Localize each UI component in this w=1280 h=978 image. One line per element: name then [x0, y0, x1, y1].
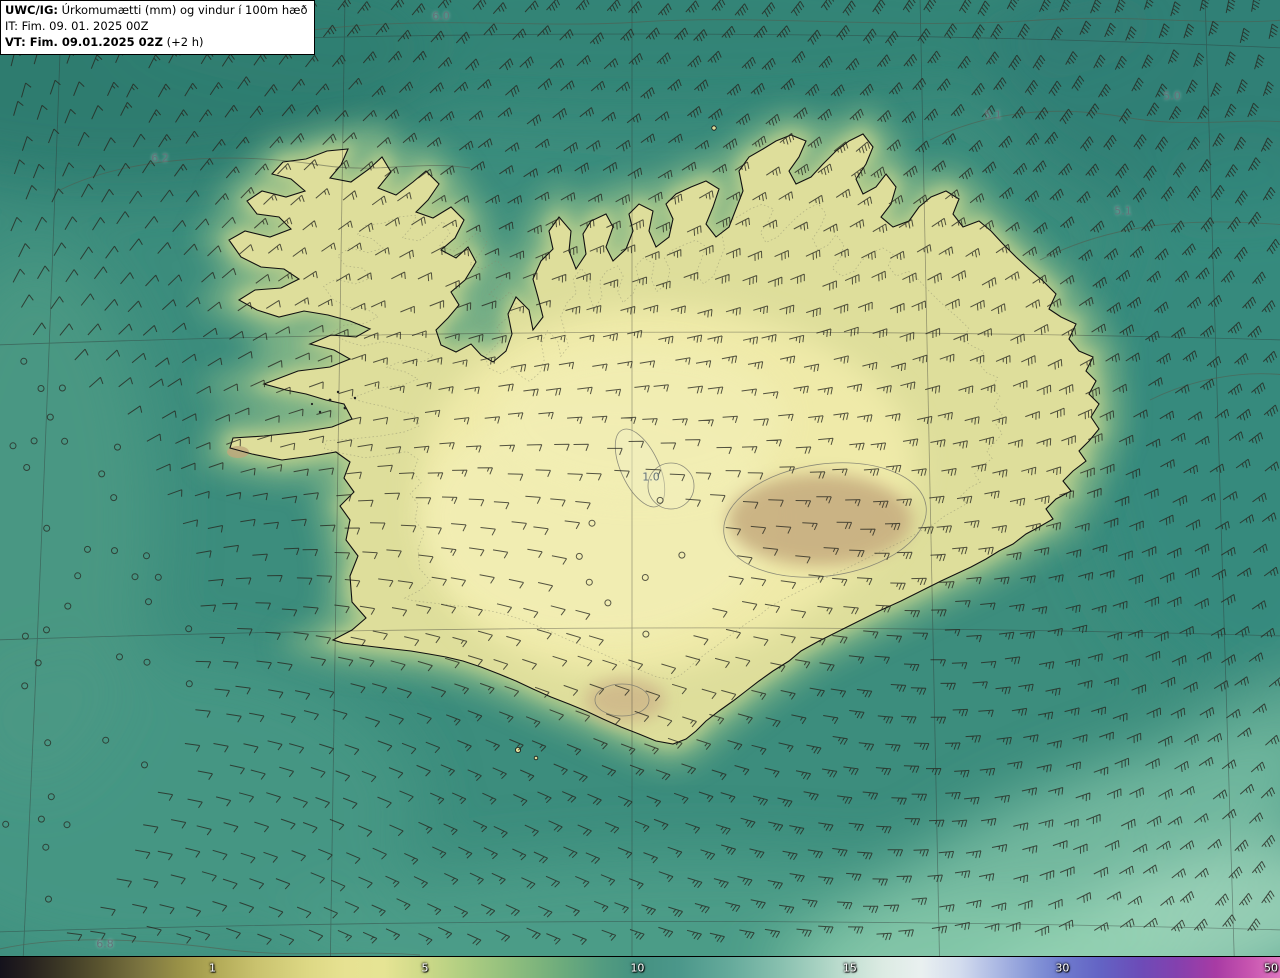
weather-map-app: 6.06.25.05.15.11.06.8 UWC/IG: Úrkomumætt…	[0, 0, 1280, 978]
colorbar-tick-15: 15	[843, 961, 857, 974]
dry-patch-myrdalsjokull	[585, 678, 665, 722]
colorbar-tick-30: 30	[1055, 961, 1069, 974]
map-title-box: UWC/IG: Úrkomumætti (mm) og vindur í 100…	[0, 0, 315, 55]
page-title: Úrkomumætti (mm) og vindur í 100m hæð	[58, 3, 308, 17]
valid-offset: (+2 h)	[163, 35, 204, 49]
colorbar-tick-10: 10	[630, 961, 644, 974]
colorbar-tick-5: 5	[421, 961, 428, 974]
product-id: UWC/IG:	[5, 3, 58, 17]
colorbar: 1510153050	[0, 956, 1280, 978]
valid-time-line: VT: Fim. 09.01.2025 02Z (+2 h)	[5, 35, 308, 51]
product-title-line: UWC/IG: Úrkomumætti (mm) og vindur í 100…	[5, 3, 308, 19]
colorbar-tick-50: 50	[1264, 961, 1278, 974]
map-canvas	[0, 0, 1280, 978]
init-time-line: IT: Fim. 09. 01. 2025 00Z	[5, 19, 308, 35]
dry-patch-vatnajokull	[728, 474, 912, 566]
valid-time: VT: Fim. 09.01.2025 02Z	[5, 35, 163, 49]
colorbar-tick-1: 1	[209, 961, 216, 974]
